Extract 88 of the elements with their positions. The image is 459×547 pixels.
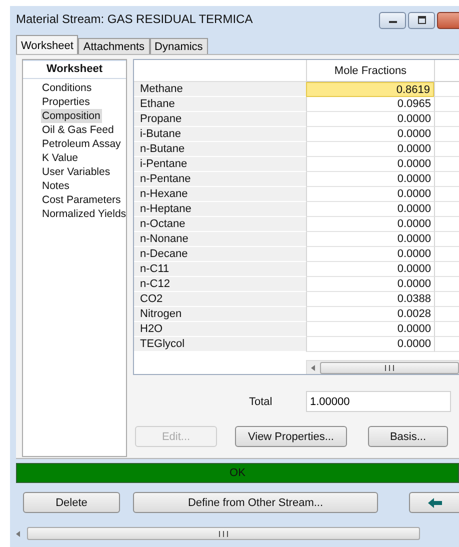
empty-cell [434, 262, 459, 277]
row-header: n-C12 [134, 277, 306, 292]
row-header: n-Heptane [134, 202, 306, 217]
sidebar-header: Worksheet [23, 60, 126, 79]
empty-cell [434, 217, 459, 232]
sidebar-item[interactable]: Properties [41, 95, 92, 109]
table-cell[interactable]: 0.0000 [306, 277, 434, 292]
empty-cell [434, 202, 459, 217]
table-cell[interactable]: 0.0000 [306, 232, 434, 247]
sidebar-item[interactable]: Normalized Yields [41, 207, 128, 221]
table-cell[interactable]: 0.0028 [306, 307, 434, 322]
horizontal-scrollbar[interactable] [306, 360, 459, 374]
row-header: n-Hexane [134, 187, 306, 202]
empty-cell [434, 112, 459, 127]
row-header: Propane [134, 112, 306, 127]
tab[interactable]: Dynamics [150, 38, 208, 54]
tab[interactable]: Attachments [78, 38, 150, 54]
table-cell[interactable]: 0.0000 [306, 202, 434, 217]
sidebar-item[interactable]: User Variables [41, 165, 112, 179]
empty-cell [434, 277, 459, 292]
row-header: H2O [134, 322, 306, 337]
empty-cell [434, 142, 459, 157]
horizontal-scrollbar[interactable] [14, 527, 420, 540]
row-header: n-Octane [134, 217, 306, 232]
empty-cell [434, 97, 459, 112]
minimize-button[interactable] [379, 12, 406, 28]
total-field[interactable]: 1.00000 [306, 391, 451, 412]
left-arrow-icon [428, 498, 442, 508]
row-header: Methane [134, 82, 306, 97]
table-cell[interactable]: 0.0000 [306, 337, 434, 352]
table-cell[interactable]: 0.0000 [306, 217, 434, 232]
table-cell[interactable]: 0.0000 [306, 157, 434, 172]
footer-button[interactable]: Delete [23, 492, 120, 513]
action-button[interactable]: View Properties... [235, 426, 347, 447]
empty-cell [434, 292, 459, 307]
empty-cell [434, 157, 459, 172]
back-arrow-button[interactable] [409, 492, 459, 513]
empty-cell [434, 127, 459, 142]
sidebar-item[interactable]: Notes [41, 179, 72, 193]
column-header [434, 60, 459, 82]
table-cell[interactable]: 0.0965 [306, 97, 434, 112]
row-header: n-C11 [134, 262, 306, 277]
row-header: Ethane [134, 97, 306, 112]
tab[interactable]: Worksheet [16, 35, 78, 54]
maximize-button[interactable] [408, 12, 435, 28]
close-button[interactable] [437, 12, 459, 28]
total-label: Total [249, 396, 274, 408]
empty-cell [434, 322, 459, 337]
table-cell[interactable]: 0.0000 [306, 247, 434, 262]
row-header: TEGlycol [134, 337, 306, 352]
empty-cell [434, 172, 459, 187]
scroll-left-icon [309, 364, 317, 372]
row-header: i-Butane [134, 127, 306, 142]
action-button[interactable]: Basis... [368, 426, 448, 447]
sidebar-item[interactable]: Conditions [41, 81, 94, 95]
table-cell[interactable]: 0.0000 [306, 142, 434, 157]
empty-cell [434, 187, 459, 202]
grip-icon [219, 530, 228, 536]
table-cell[interactable]: 0.0000 [306, 112, 434, 127]
sidebar-item[interactable]: Cost Parameters [41, 193, 123, 207]
empty-cell [434, 247, 459, 262]
row-header: CO2 [134, 292, 306, 307]
table-cell[interactable]: 0.0000 [306, 172, 434, 187]
sidebar-item[interactable]: K Value [41, 151, 80, 165]
empty-cell [434, 307, 459, 322]
maximize-icon [416, 16, 426, 24]
sidebar-item[interactable]: Composition [41, 109, 102, 123]
table-cell[interactable]: 0.0388 [306, 292, 434, 307]
table-cell[interactable]: 0.8619 [306, 82, 434, 97]
empty-cell [434, 232, 459, 247]
row-header: n-Nonane [134, 232, 306, 247]
table-cell[interactable]: 0.0000 [306, 187, 434, 202]
sidebar-item[interactable]: Petroleum Assay [41, 137, 123, 151]
row-header: n-Pentane [134, 172, 306, 187]
table-cell[interactable]: 0.0000 [306, 127, 434, 142]
footer-button[interactable]: Define from Other Stream... [133, 492, 378, 513]
status-bar: OK [16, 463, 459, 483]
row-header: Nitrogen [134, 307, 306, 322]
grip-icon [385, 364, 394, 370]
empty-cell [434, 337, 459, 352]
scroll-left-icon [14, 530, 22, 538]
row-header: i-Pentane [134, 157, 306, 172]
sidebar-item[interactable]: Oil & Gas Feed [41, 123, 116, 137]
window-title: Material Stream: GAS RESIDUAL TERMICA [16, 12, 253, 26]
table-cell[interactable]: 0.0000 [306, 262, 434, 277]
row-header: n-Butane [134, 142, 306, 157]
table-cell[interactable]: 0.0000 [306, 322, 434, 337]
row-header: n-Decane [134, 247, 306, 262]
